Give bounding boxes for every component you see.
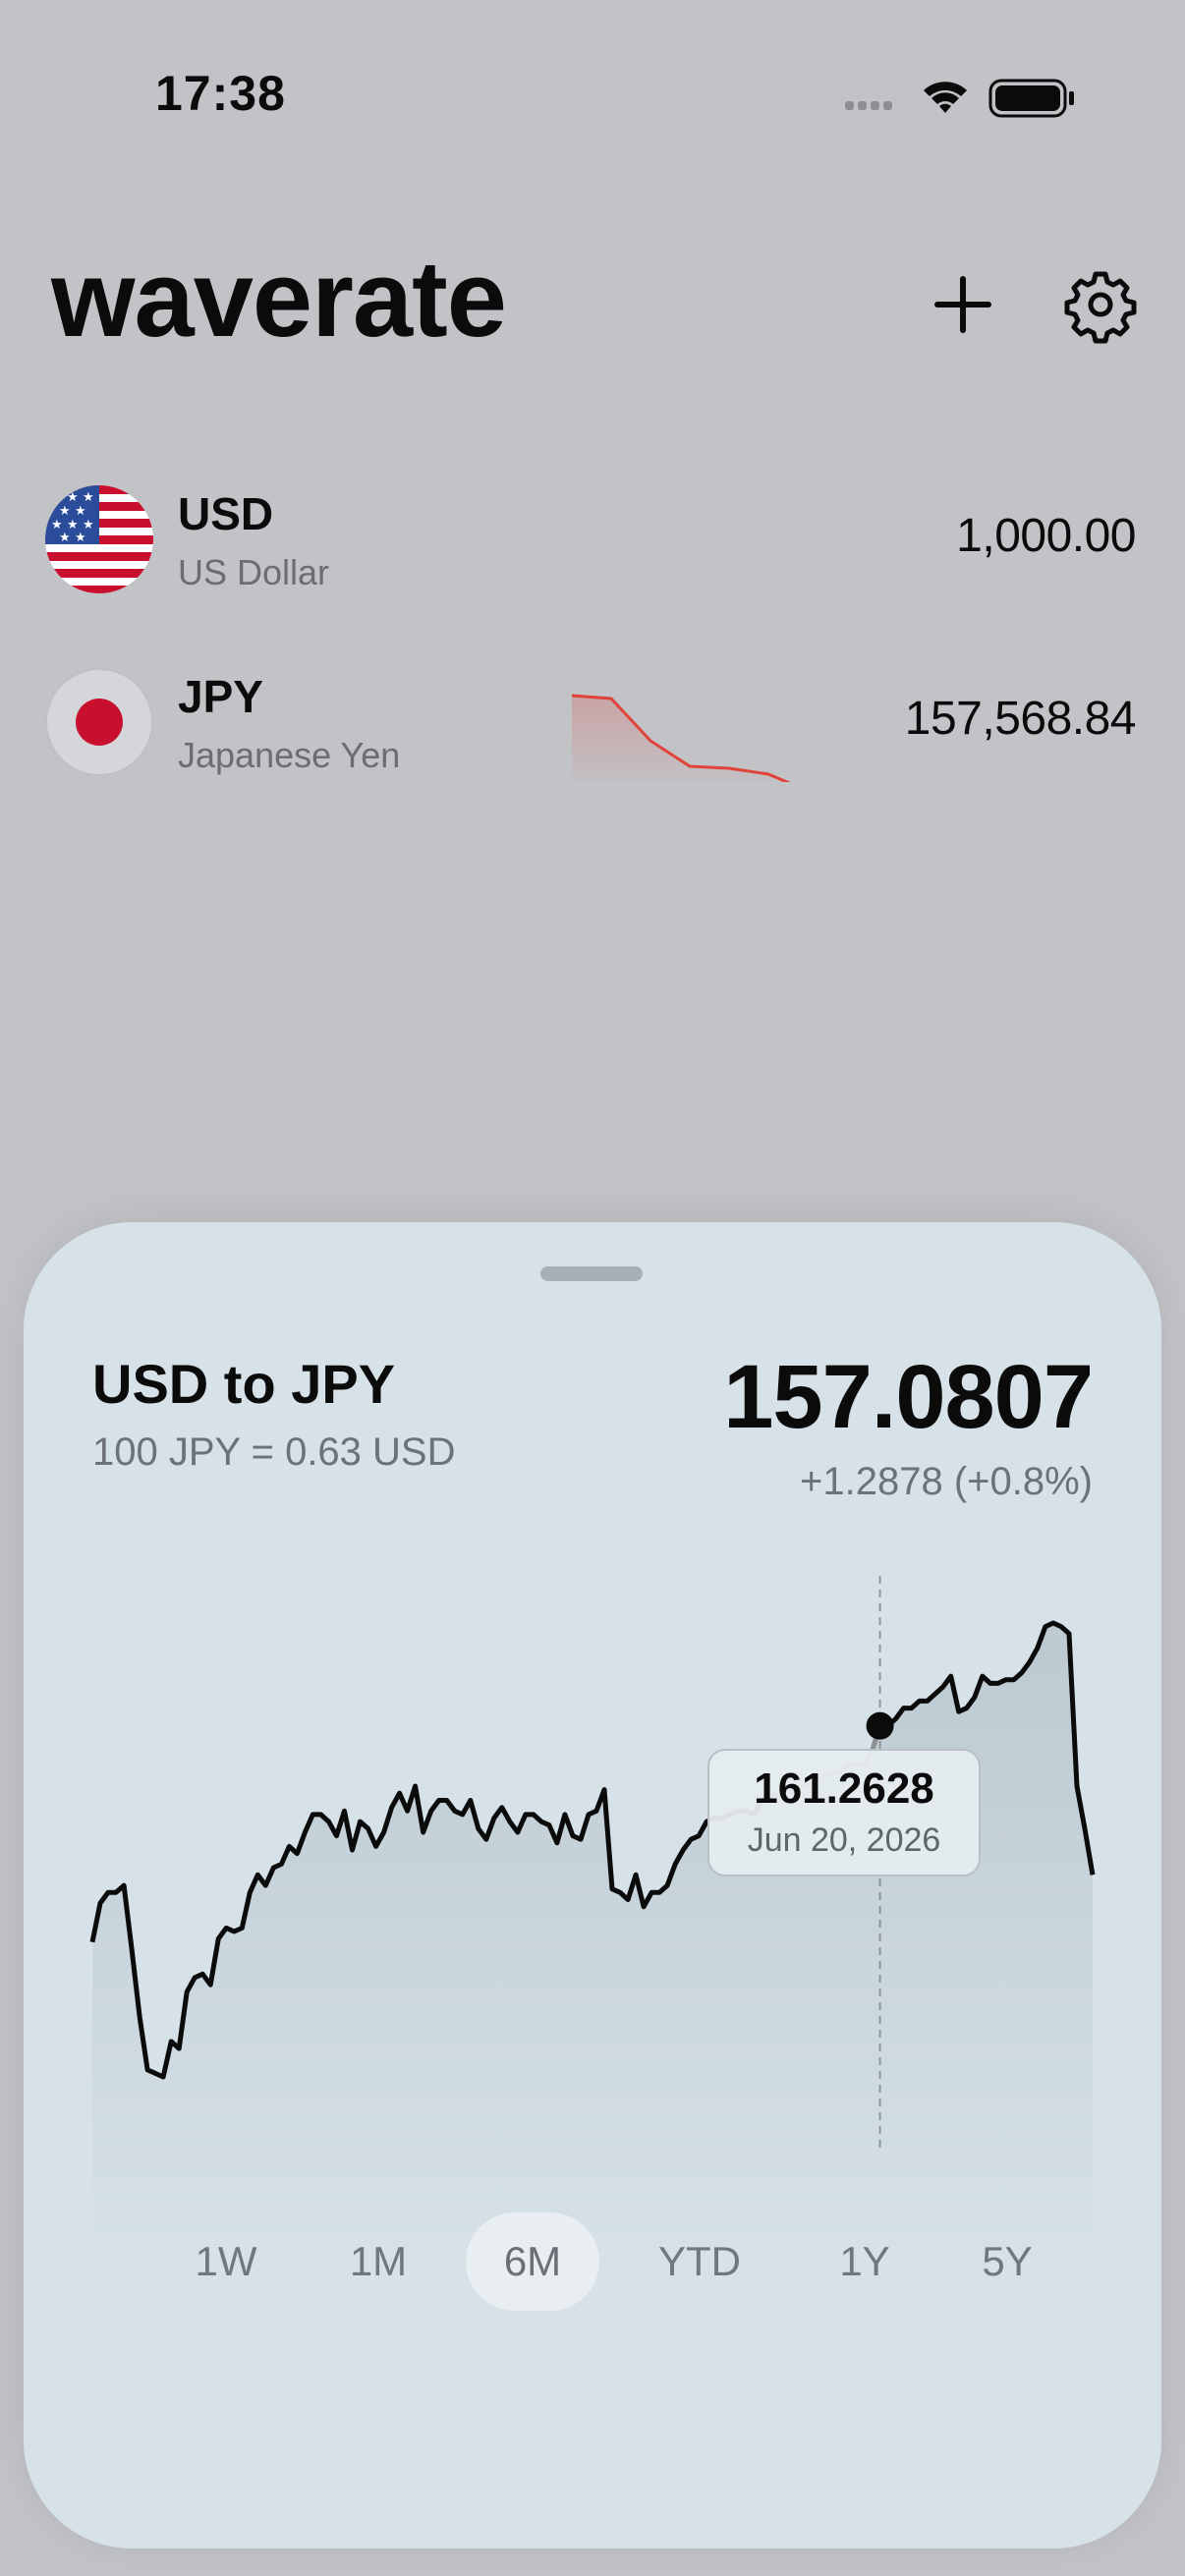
add-currency-button[interactable] <box>924 265 1002 344</box>
gear-icon <box>1064 271 1137 344</box>
range-1w-button[interactable]: 1W <box>171 2212 281 2311</box>
currency-code: JPY <box>178 671 263 722</box>
currency-name: US Dollar <box>178 552 330 592</box>
currency-row-usd[interactable]: ★ ★ ★ ★ ★ ★ ★ ★ ★ ★ USD US Dollar 1,000.00 <box>0 462 1185 619</box>
range-6m-button[interactable]: 6M <box>466 2212 599 2311</box>
currency-code: USD <box>178 488 274 539</box>
app-title: waverate <box>51 239 507 360</box>
wifi-icon <box>924 82 967 113</box>
range-selector: 1W 1M 6M YTD 1Y 5Y <box>122 2212 1085 2311</box>
settings-button[interactable] <box>1061 265 1140 344</box>
svg-text:★: ★ <box>75 531 86 545</box>
trend-sparkline <box>571 694 808 782</box>
range-5y-button[interactable]: 5Y <box>952 2212 1062 2311</box>
range-ytd-button[interactable]: YTD <box>633 2212 766 2311</box>
currency-amount-field[interactable]: 157,568.84 <box>905 692 1137 746</box>
exchange-rate-value: 157.0807 <box>723 1347 1094 1447</box>
tooltip-date: Jun 20, 2026 <box>747 1821 941 1859</box>
currency-row-jpy[interactable]: JPY Japanese Yen 157,568.84 <box>0 644 1185 802</box>
range-1m-button[interactable]: 1M <box>323 2212 433 2311</box>
rate-change: +1.2878 (+0.8%) <box>800 1460 1093 1503</box>
rate-detail-sheet: USD to JPY 100 JPY = 0.63 USD 157.0807 +… <box>24 1222 1161 2548</box>
chart-highlight-point <box>866 1711 894 1740</box>
svg-text:★: ★ <box>67 490 79 505</box>
battery-icon <box>988 79 1074 118</box>
tooltip-value: 161.2628 <box>754 1764 934 1813</box>
us-flag-icon: ★ ★ ★ ★ ★ ★ ★ ★ ★ ★ <box>45 485 153 593</box>
jp-flag-icon <box>45 668 153 776</box>
pair-title: USD to JPY <box>92 1353 396 1415</box>
currency-name: Japanese Yen <box>178 735 401 775</box>
range-1y-button[interactable]: 1Y <box>810 2212 920 2311</box>
plus-icon <box>934 276 991 333</box>
sheet-grabber[interactable] <box>540 1266 643 1281</box>
svg-text:★: ★ <box>83 490 94 505</box>
pair-subtitle: 100 JPY = 0.63 USD <box>92 1430 456 1474</box>
chart-area <box>92 1623 1093 2264</box>
status-icons <box>845 79 1074 118</box>
chart-tooltip: 161.2628 Jun 20, 2026 <box>707 1749 981 1876</box>
cellular-signal-icon <box>845 101 892 110</box>
svg-text:★: ★ <box>75 504 86 519</box>
svg-text:★: ★ <box>51 490 63 505</box>
svg-text:★: ★ <box>59 504 71 519</box>
svg-text:★: ★ <box>59 531 71 545</box>
currency-amount-field[interactable]: 1,000.00 <box>956 509 1136 563</box>
status-bar: 17:38 <box>0 0 1185 177</box>
status-time: 17:38 <box>155 66 286 121</box>
